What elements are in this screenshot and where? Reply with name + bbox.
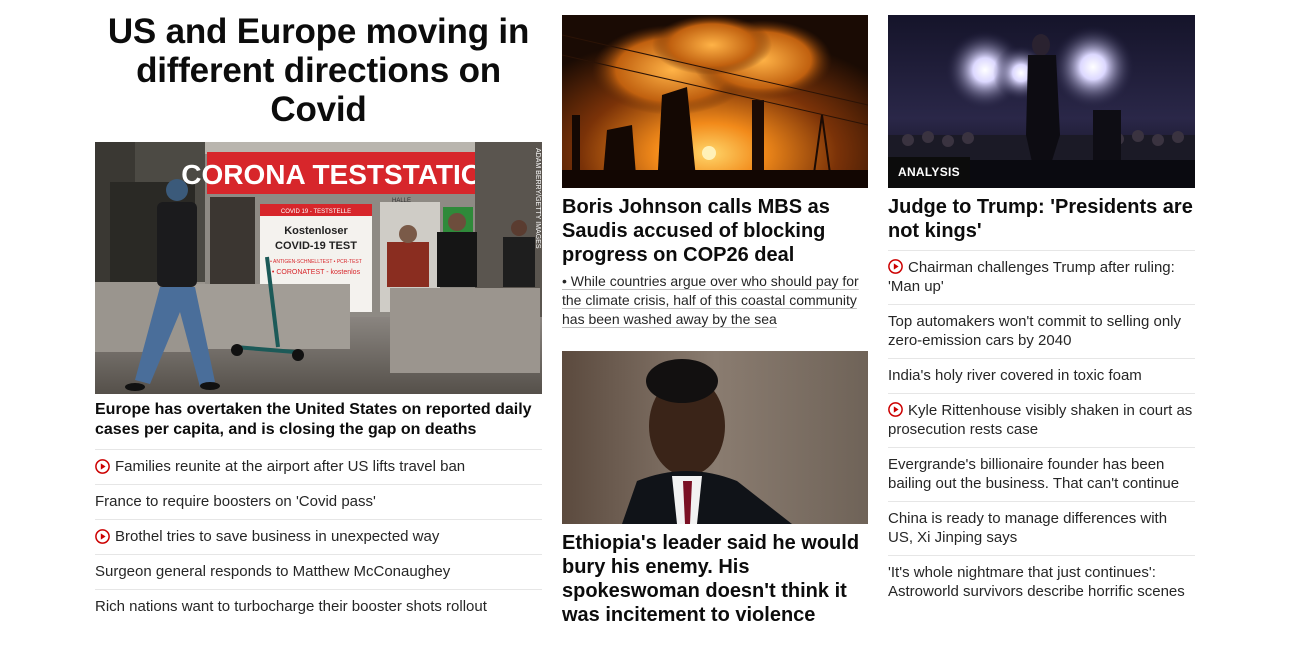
- list-item-label: Top automakers won't commit to selling o…: [888, 313, 1181, 349]
- list-item[interactable]: Top automakers won't commit to selling o…: [888, 304, 1195, 358]
- list-item[interactable]: Brothel tries to save business in unexpe…: [95, 519, 542, 554]
- sign-sub4: • ANTIGEN-SCHNELLTEST • PCR-TEST: [270, 259, 362, 265]
- list-item-text: Chairman challenges Trump after ruling: …: [888, 258, 1195, 296]
- sign-sub1: COVID 19 - TESTSTELLE: [281, 209, 351, 215]
- list-item-text: Brothel tries to save business in unexpe…: [115, 528, 440, 545]
- lead-headline-link[interactable]: Europe has overtaken the United States o…: [95, 401, 532, 438]
- list-item[interactable]: 'It's whole nightmare that just continue…: [888, 555, 1195, 609]
- sign-sub5: • CORONATEST - kostenlos: [272, 269, 361, 276]
- list-item[interactable]: Kyle Rittenhouse visibly shaken in court…: [888, 393, 1195, 447]
- power-plant-sunset-image[interactable]: [562, 15, 868, 188]
- list-item-label: India's holy river covered in toxic foam: [888, 367, 1142, 384]
- sign-sub3: COVID-19 TEST: [275, 240, 357, 252]
- story-headline-link[interactable]: Boris Johnson calls MBS as Saudis accuse…: [562, 196, 830, 266]
- list-item[interactable]: Chairman challenges Trump after ruling: …: [888, 250, 1195, 304]
- story-headline-link[interactable]: Judge to Trump: 'Presidents are not king…: [888, 196, 1193, 242]
- list-item[interactable]: Rich nations want to turbocharge their b…: [95, 589, 542, 624]
- play-icon: [888, 259, 903, 274]
- sign-main: CORONA TESTSTATION: [181, 159, 502, 190]
- list-item[interactable]: Surgeon general responds to Matthew McCo…: [95, 554, 542, 589]
- story-headline-cop26[interactable]: Boris Johnson calls MBS as Saudis accuse…: [562, 195, 868, 267]
- list-item-text: Families reunite at the airport after US…: [115, 458, 466, 475]
- photo-credit: ADAM BERRY/GETTY IMAGES: [534, 148, 541, 249]
- play-icon: [95, 529, 110, 544]
- play-icon: [888, 402, 903, 417]
- lead-image-corona-teststation[interactable]: CORONA TESTSTATION HALLE COVID 19 - TEST…: [95, 142, 542, 394]
- story-headline-link[interactable]: Ethiopia's leader said he would bury his…: [562, 532, 859, 626]
- list-item-label: China is ready to manage differences wit…: [888, 510, 1168, 546]
- right-story-list: Chairman challenges Trump after ruling: …: [888, 250, 1195, 609]
- story-subheadline-cop26[interactable]: • While countries argue over who should …: [562, 272, 868, 329]
- play-icon: [95, 459, 110, 474]
- list-item[interactable]: Families reunite at the airport after US…: [95, 449, 542, 484]
- list-item[interactable]: China is ready to manage differences wit…: [888, 501, 1195, 555]
- list-item-label: Evergrande's billionaire founder has bee…: [888, 456, 1180, 492]
- lead-title-link[interactable]: US and Europe moving in different direct…: [108, 12, 529, 129]
- list-item-label: Kyle Rittenhouse visibly shaken in court…: [888, 402, 1193, 438]
- story-headline-ethiopia[interactable]: Ethiopia's leader said he would bury his…: [562, 531, 868, 627]
- list-item-text: France to require boosters on 'Covid pas…: [95, 493, 376, 510]
- list-item-label: Chairman challenges Trump after ruling: …: [888, 259, 1175, 295]
- ethiopia-leader-image[interactable]: [562, 351, 868, 524]
- list-item-text: Kyle Rittenhouse visibly shaken in court…: [888, 401, 1195, 439]
- list-item[interactable]: Evergrande's billionaire founder has bee…: [888, 447, 1195, 501]
- list-item-text: Rich nations want to turbocharge their b…: [95, 598, 487, 615]
- lead-title[interactable]: US and Europe moving in different direct…: [95, 12, 542, 129]
- lead-headline[interactable]: Europe has overtaken the United States o…: [95, 400, 542, 440]
- story-subheadline-link[interactable]: • While countries argue over who should …: [562, 273, 859, 327]
- list-item-label: 'It's whole nightmare that just continue…: [888, 564, 1185, 600]
- story-headline-trump[interactable]: Judge to Trump: 'Presidents are not king…: [888, 195, 1195, 243]
- list-item[interactable]: France to require boosters on 'Covid pas…: [95, 484, 542, 519]
- list-item-text: Surgeon general responds to Matthew McCo…: [95, 563, 451, 580]
- analysis-badge: ANALYSIS: [888, 157, 970, 188]
- list-item[interactable]: India's holy river covered in toxic foam: [888, 358, 1195, 393]
- lead-story-list: Families reunite at the airport after US…: [95, 449, 542, 624]
- trump-rally-image[interactable]: ANALYSIS: [888, 15, 1195, 188]
- sign-sub2: Kostenloser: [284, 225, 348, 237]
- lead-column: US and Europe moving in different direct…: [95, 12, 542, 615]
